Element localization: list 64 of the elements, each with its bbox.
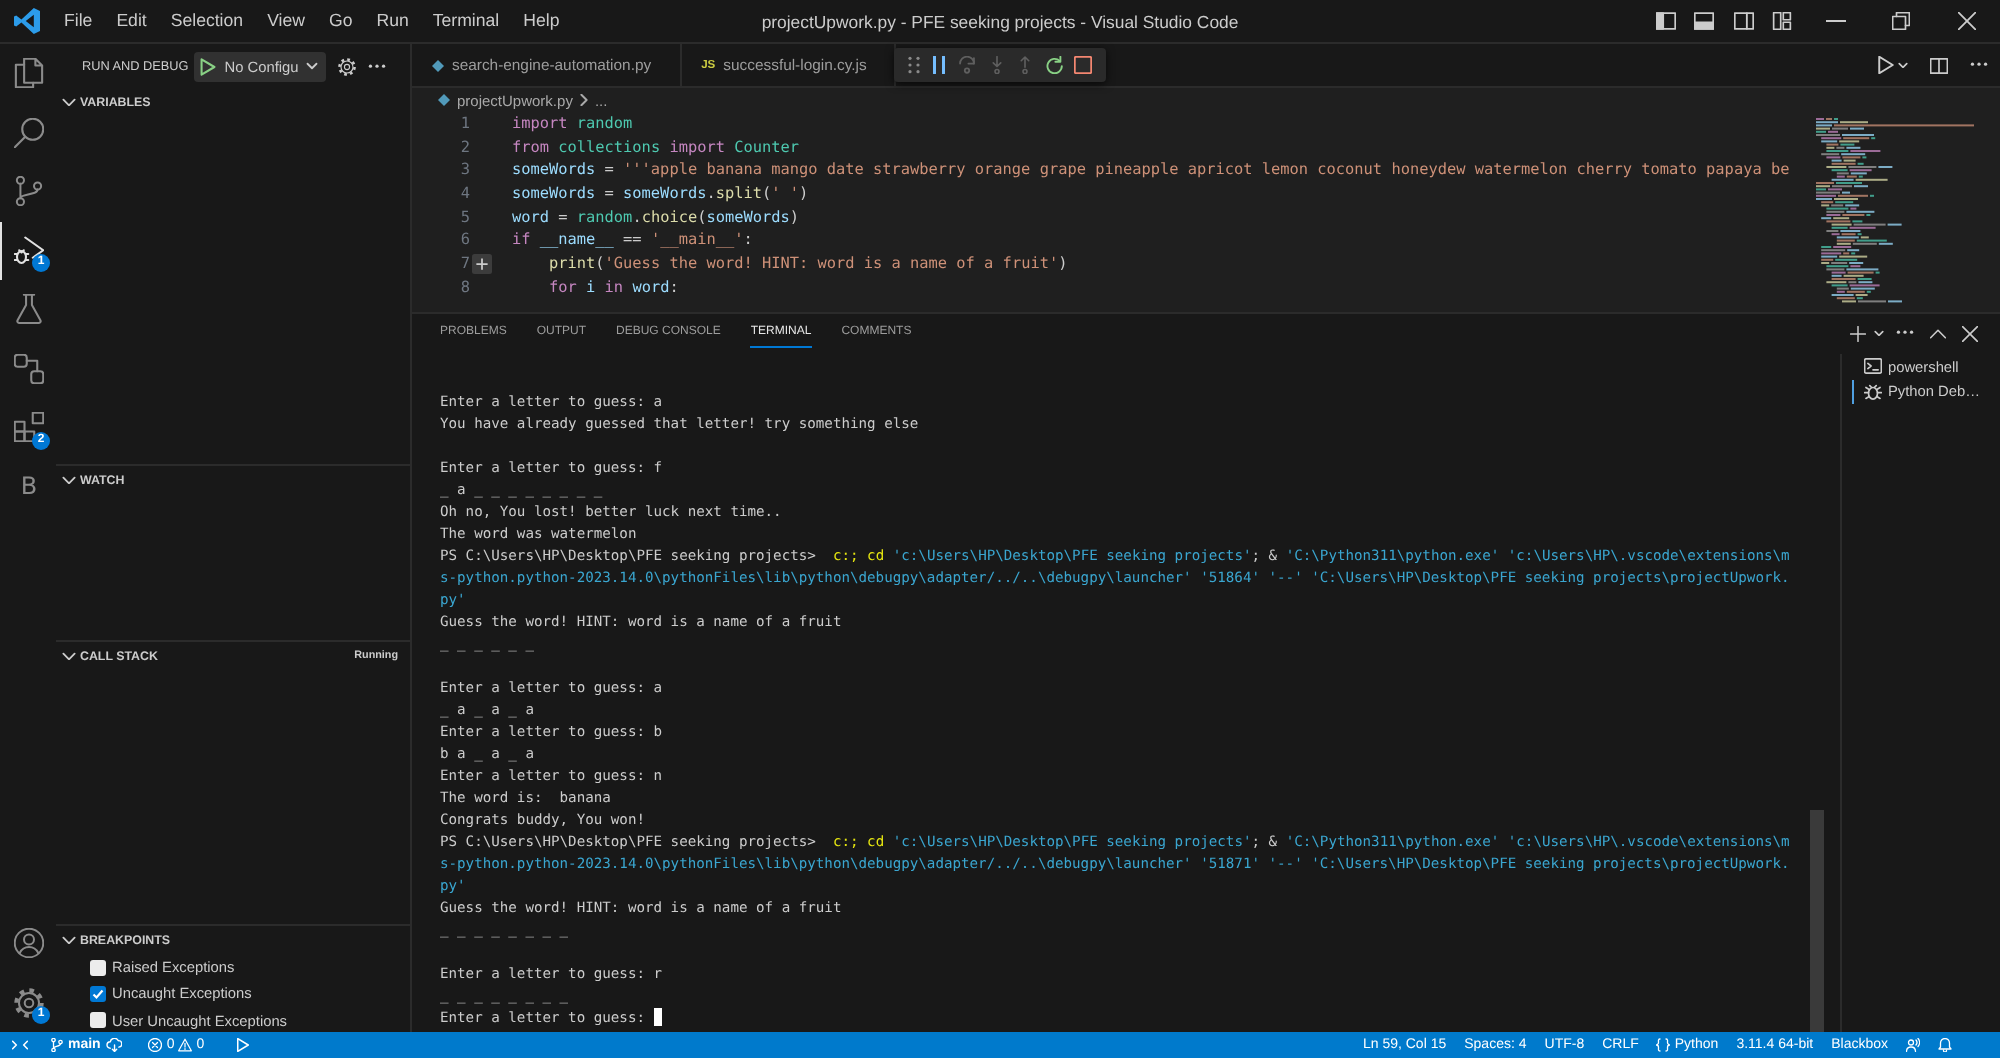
cloud-icon[interactable]	[106, 1038, 123, 1052]
menu-item[interactable]: Terminal	[420, 0, 512, 42]
branch-icon	[14, 176, 44, 207]
toggle-sidebar-icon[interactable]	[1655, 12, 1676, 30]
plus-icon[interactable]	[1850, 325, 1866, 341]
python-file-icon	[438, 94, 450, 106]
warning-icon	[178, 1038, 193, 1052]
bell-icon[interactable]	[1938, 1038, 1952, 1052]
account-icon	[14, 928, 44, 959]
play-bug-icon	[14, 235, 44, 266]
app-logo-icon	[14, 8, 40, 34]
drag-handle-icon[interactable]	[907, 56, 920, 74]
braces-icon	[1656, 1038, 1671, 1052]
toggle-panel-icon[interactable]	[1694, 12, 1715, 30]
letter-icon: B	[20, 474, 38, 499]
python-file-icon	[432, 59, 444, 71]
customize-layout-icon[interactable]	[1772, 12, 1793, 30]
play-icon[interactable]	[200, 57, 217, 75]
menu-item[interactable]: View	[255, 0, 317, 42]
bug-icon	[1864, 383, 1882, 400]
window-title: projectUpwork.py - PFE seeking projects - Visual Studio Code	[761, 11, 1239, 31]
chevron-right-icon	[579, 94, 588, 106]
terminal-icon	[1864, 358, 1882, 375]
extensions-icon	[14, 412, 44, 443]
search-icon	[14, 117, 44, 148]
menu-item[interactable]: Edit	[104, 0, 159, 42]
caret-down-icon[interactable]	[1874, 329, 1884, 337]
error-icon	[148, 1038, 163, 1052]
checkbox[interactable]	[90, 985, 106, 1002]
more-icon[interactable]	[1970, 62, 1988, 68]
split-layout-icon[interactable]	[1733, 12, 1754, 30]
close-icon[interactable]	[1958, 12, 1976, 30]
caret-down-icon[interactable]	[1898, 61, 1908, 69]
menu-item[interactable]: Help	[511, 0, 572, 42]
settings-icon	[14, 987, 44, 1018]
settings-icon[interactable]	[338, 57, 357, 75]
feedback-icon[interactable]	[1906, 1038, 1920, 1052]
more-icon[interactable]	[1896, 330, 1914, 336]
checkbox[interactable]	[90, 1012, 106, 1029]
caret-down-icon	[306, 62, 319, 70]
plus-icon[interactable]	[472, 253, 492, 274]
menu-item[interactable]: Go	[316, 0, 365, 42]
files-icon	[14, 58, 44, 89]
more-icon[interactable]	[368, 63, 387, 69]
checkbox[interactable]	[90, 959, 106, 976]
minimap-drawing[interactable]	[1816, 116, 1980, 308]
menu-item[interactable]: Selection	[158, 0, 256, 42]
menu-item[interactable]: File	[52, 0, 105, 42]
activity-tab[interactable]: B	[0, 457, 56, 516]
stop-icon[interactable]	[1073, 56, 1092, 74]
menu-item[interactable]: Run	[364, 0, 421, 42]
run-icon[interactable]	[1878, 56, 1894, 74]
pause-icon[interactable]	[930, 56, 949, 74]
flask-icon	[14, 294, 44, 325]
remote-icon[interactable]	[12, 1040, 28, 1050]
minimize-icon[interactable]	[1825, 20, 1845, 22]
branch-icon	[50, 1038, 64, 1052]
scrollbar-thumb[interactable]	[1810, 810, 1824, 1032]
close-icon[interactable]	[1962, 325, 1978, 341]
restart-icon[interactable]	[1045, 56, 1064, 74]
split-editor-icon[interactable]	[1930, 57, 1948, 73]
chevron-up-icon[interactable]	[1930, 325, 1946, 341]
restore-icon[interactable]	[1892, 12, 1910, 30]
remote-explorer-icon	[14, 353, 44, 384]
